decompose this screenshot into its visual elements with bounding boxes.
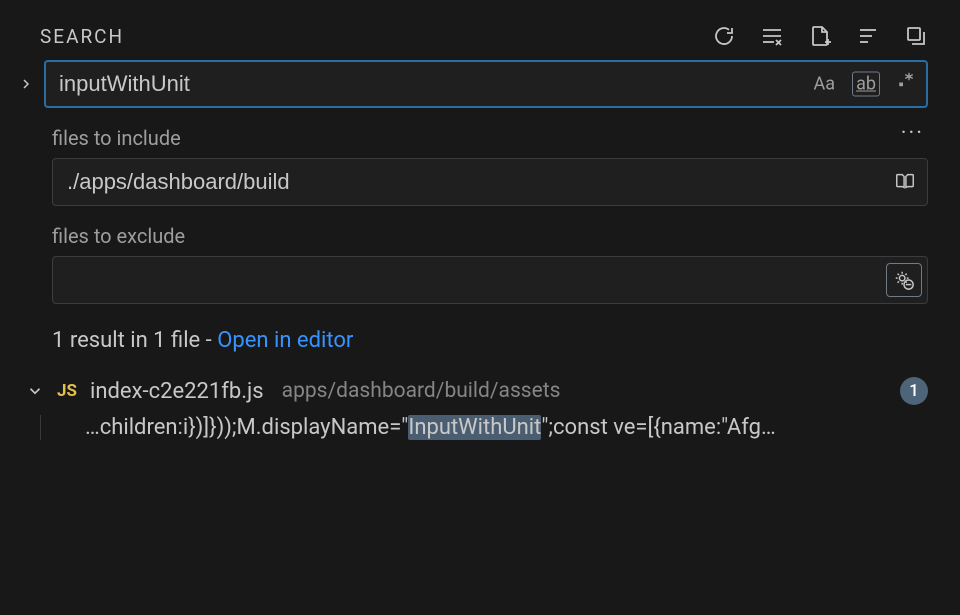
result-file-path: apps/dashboard/build/assets xyxy=(282,379,890,403)
files-to-include-label: files to include xyxy=(52,126,181,150)
result-match-row[interactable]: …children:i})]}));M.displayName="InputWi… xyxy=(0,409,960,446)
match-post: ";const ve=[{name:"Afg… xyxy=(541,415,775,440)
js-file-icon: JS xyxy=(54,381,80,401)
search-only-open-editors-icon[interactable] xyxy=(888,166,922,198)
use-exclude-settings-icon[interactable] xyxy=(886,263,922,297)
search-input[interactable] xyxy=(44,60,928,108)
collapse-all-icon[interactable] xyxy=(904,24,928,48)
toggle-search-details-ellipsis-icon[interactable]: ··· xyxy=(901,121,928,146)
files-to-include-input[interactable] xyxy=(52,158,928,206)
chevron-down-icon xyxy=(26,382,44,400)
use-regex-toggle[interactable] xyxy=(894,70,918,95)
new-search-editor-icon[interactable] xyxy=(808,24,832,48)
files-to-exclude-label: files to exclude xyxy=(52,224,928,248)
match-highlight: InputWithUnit xyxy=(408,415,541,440)
match-pre: …children:i})]}));M.displayName=" xyxy=(85,415,408,440)
open-in-editor-link[interactable]: Open in editor xyxy=(217,328,353,353)
tree-indent-guide xyxy=(40,415,41,440)
clear-results-icon[interactable] xyxy=(760,24,784,48)
view-as-tree-icon[interactable] xyxy=(856,24,880,48)
result-file-row[interactable]: JS index-c2e221fb.js apps/dashboard/buil… xyxy=(0,373,960,409)
result-match-text: …children:i})]}));M.displayName="InputWi… xyxy=(85,415,776,440)
search-summary: 1 result in 1 file - Open in editor xyxy=(52,328,928,353)
result-file-name: index-c2e221fb.js xyxy=(90,379,264,404)
files-to-exclude-input[interactable] xyxy=(52,256,928,304)
search-panel-title: SEARCH xyxy=(40,25,124,48)
search-summary-text: 1 result in 1 file - xyxy=(52,328,217,353)
match-case-toggle[interactable]: Aa xyxy=(811,73,839,96)
refresh-icon[interactable] xyxy=(712,24,736,48)
match-whole-word-toggle[interactable]: ab xyxy=(852,72,880,97)
result-count-badge: 1 xyxy=(900,377,928,405)
toggle-search-details-icon[interactable] xyxy=(16,72,36,96)
search-header-actions xyxy=(712,24,928,48)
